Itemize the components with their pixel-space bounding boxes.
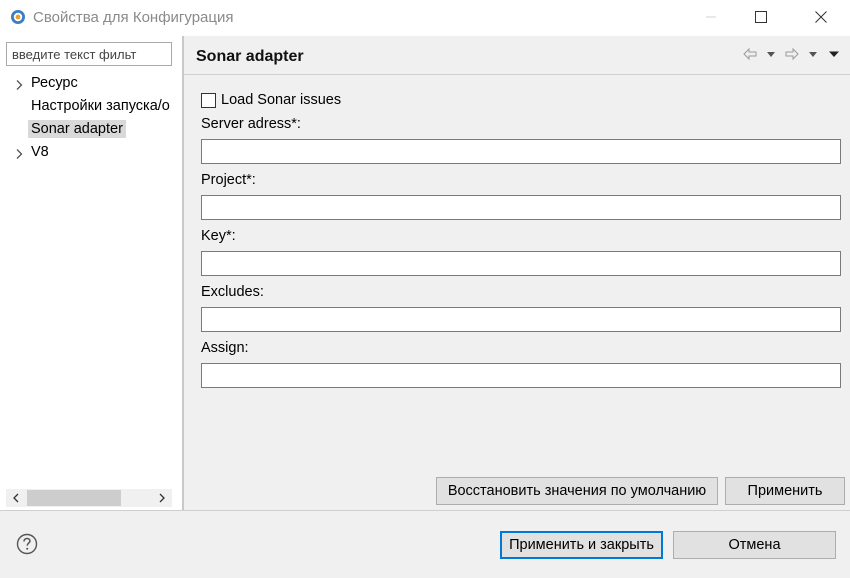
project-input[interactable] bbox=[201, 195, 841, 220]
scroll-left-icon[interactable] bbox=[9, 491, 23, 505]
excludes-label: Excludes: bbox=[201, 284, 264, 300]
excludes-input[interactable] bbox=[201, 307, 841, 332]
tree-item-label: V8 bbox=[31, 144, 49, 160]
cancel-button[interactable]: Отмена bbox=[673, 531, 836, 559]
key-input[interactable] bbox=[201, 251, 841, 276]
server-address-label: Server adress*: bbox=[201, 116, 301, 132]
forward-dropdown-icon[interactable] bbox=[807, 46, 819, 62]
close-button[interactable] bbox=[798, 0, 844, 36]
help-icon[interactable] bbox=[16, 533, 38, 555]
server-address-input[interactable] bbox=[201, 139, 841, 164]
chevron-right-icon[interactable] bbox=[13, 147, 25, 159]
window-title: Свойства для Конфигурация bbox=[33, 9, 234, 26]
project-label: Project*: bbox=[201, 172, 256, 188]
tree-item-launch-settings[interactable]: Настройки запуска/о bbox=[0, 96, 182, 118]
tree-item-label: Настройки запуска/о bbox=[31, 98, 170, 114]
page-header: Sonar adapter bbox=[184, 36, 850, 74]
tree-item-resource[interactable]: Ресурс bbox=[0, 73, 182, 95]
tree-item-label: Sonar adapter bbox=[28, 120, 126, 138]
horizontal-scrollbar[interactable] bbox=[6, 489, 172, 507]
tree-item-sonar-adapter[interactable]: Sonar adapter bbox=[0, 119, 182, 141]
property-page: Sonar adapter Load Sonar issues Server a… bbox=[184, 36, 850, 510]
key-label: Key*: bbox=[201, 228, 236, 244]
tree-item-v8[interactable]: V8 bbox=[0, 142, 182, 164]
maximize-button[interactable] bbox=[738, 0, 784, 36]
apply-button[interactable]: Применить bbox=[725, 477, 845, 505]
close-icon bbox=[815, 10, 827, 26]
view-menu-icon[interactable] bbox=[828, 46, 840, 62]
header-separator bbox=[184, 74, 850, 75]
scrollbar-thumb[interactable] bbox=[27, 490, 121, 506]
maximize-icon bbox=[755, 10, 767, 26]
title-bar: Свойства для Конфигурация bbox=[0, 0, 850, 36]
apply-and-close-button[interactable]: Применить и закрыть bbox=[500, 531, 663, 559]
page-title: Sonar adapter bbox=[196, 48, 304, 65]
checkbox-label: Load Sonar issues bbox=[221, 92, 342, 108]
minimize-button[interactable] bbox=[688, 0, 734, 36]
forward-arrow-icon[interactable] bbox=[784, 46, 800, 62]
footer-separator bbox=[0, 510, 850, 511]
filter-input[interactable] bbox=[6, 42, 172, 66]
tree-item-label: Ресурс bbox=[31, 75, 78, 91]
minimize-icon bbox=[705, 10, 717, 26]
chevron-right-icon[interactable] bbox=[13, 78, 25, 90]
assign-label: Assign: bbox=[201, 340, 249, 356]
load-sonar-issues-checkbox-row[interactable]: Load Sonar issues bbox=[201, 90, 341, 110]
restore-defaults-button[interactable]: Восстановить значения по умолчанию bbox=[436, 477, 718, 505]
scroll-right-icon[interactable] bbox=[155, 491, 169, 505]
properties-tree-pane: Ресурс Настройки запуска/о Sonar adapter… bbox=[0, 36, 182, 510]
back-arrow-icon[interactable] bbox=[742, 46, 758, 62]
load-sonar-issues-checkbox[interactable] bbox=[201, 92, 216, 108]
back-dropdown-icon[interactable] bbox=[765, 46, 777, 62]
eclipse-app-icon bbox=[10, 9, 26, 25]
assign-input[interactable] bbox=[201, 363, 841, 388]
